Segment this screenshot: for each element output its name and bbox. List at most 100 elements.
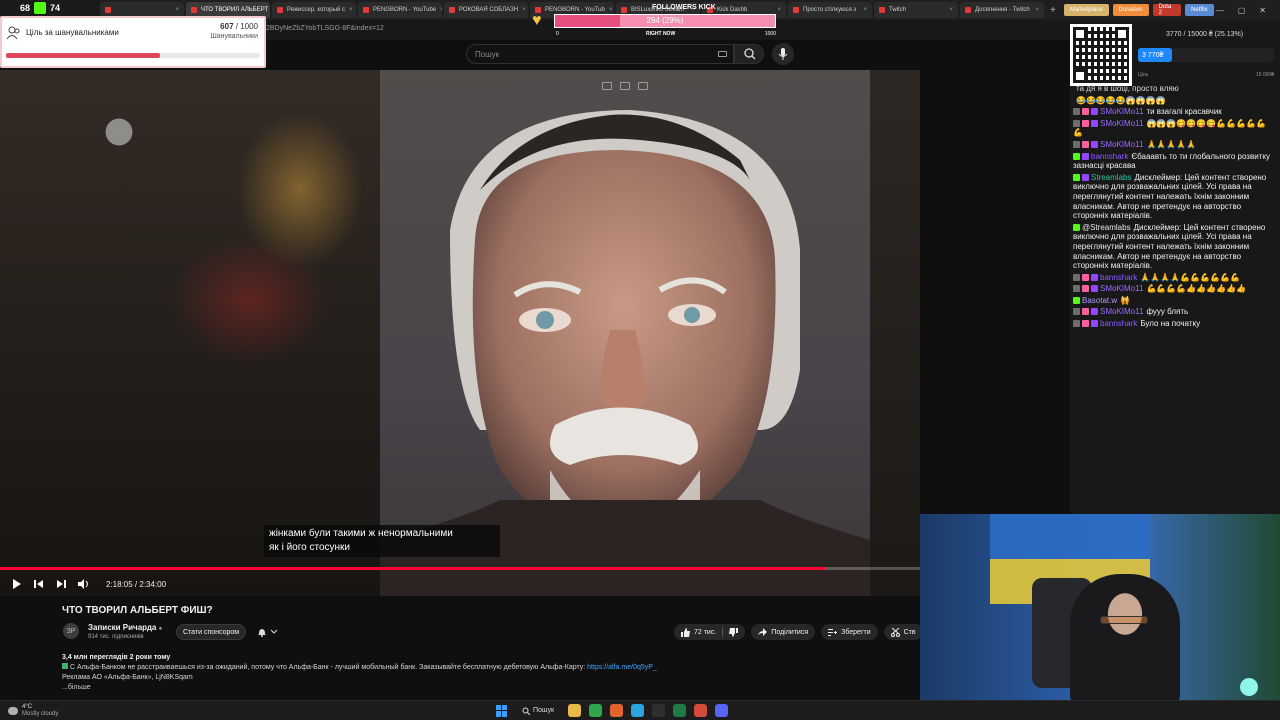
- thumbs-down-icon[interactable]: [729, 627, 739, 637]
- pink-badge-icon: [1082, 119, 1089, 127]
- weather-widget[interactable]: 4°C Mostly cloudy: [8, 704, 58, 718]
- telegram-icon[interactable]: [631, 704, 645, 717]
- close-window-button[interactable]: ✕: [1259, 6, 1266, 15]
- show-more-link[interactable]: ...більше: [62, 683, 912, 693]
- discord-icon[interactable]: [715, 704, 729, 717]
- clip-button[interactable]: Ств: [883, 624, 923, 640]
- like-button[interactable]: 72 тис.: [674, 624, 746, 640]
- close-tab-icon[interactable]: ×: [949, 7, 953, 13]
- channel-name[interactable]: Записки Ричарда ●: [88, 623, 162, 632]
- excel-icon[interactable]: [673, 704, 687, 717]
- chat-username[interactable]: SMoKIMo11: [1100, 307, 1143, 316]
- close-tab-icon[interactable]: ×: [777, 7, 781, 13]
- verified-icon: ●: [158, 626, 163, 632]
- like-count: 72 тис.: [694, 628, 717, 636]
- play-icon[interactable]: [12, 579, 22, 589]
- minimize-button[interactable]: —: [1216, 6, 1224, 15]
- taskbar-apps: Пошук: [496, 704, 729, 717]
- file-explorer-icon[interactable]: [568, 704, 582, 717]
- browser-tab[interactable]: PENGBORN - YouTube ×: [358, 2, 442, 18]
- edit-icon[interactable]: [638, 82, 648, 90]
- new-tab-button[interactable]: +: [1050, 5, 1056, 16]
- weather-temperature: 4°C: [22, 704, 33, 710]
- maximize-button[interactable]: ▢: [1238, 6, 1246, 15]
- chat-message: SMoKIMo11 🙏🙏🙏🙏🙏: [1073, 140, 1275, 150]
- chat-username[interactable]: bannshark: [1091, 152, 1128, 161]
- webcam-feed: [920, 514, 1280, 700]
- donation-goal-bar: 3 770₴: [1138, 48, 1274, 62]
- taskbar-search[interactable]: Пошук: [516, 707, 560, 715]
- keyboard-icon[interactable]: [718, 51, 727, 57]
- miniplayer-icon[interactable]: [602, 82, 612, 90]
- green-badge-icon: [1073, 173, 1080, 181]
- notifications-button[interactable]: [253, 624, 281, 640]
- search-button[interactable]: [734, 44, 764, 64]
- url-text: 2BDyNeZbZYobTLSGG-8F&index=12: [266, 25, 384, 32]
- chat-message: Streamlabs Дисклеймер: Цей контент створе…: [1073, 173, 1275, 221]
- close-tab-icon[interactable]: ×: [175, 7, 179, 13]
- search-input[interactable]: Пошук: [466, 44, 734, 64]
- chat-message: SMoKIMo11 фууу блять: [1073, 307, 1275, 317]
- tab-favicon-icon: [277, 7, 283, 13]
- bookmark-3[interactable]: Netflix: [1185, 4, 1214, 16]
- chat-username[interactable]: @Streamlabs: [1082, 223, 1131, 232]
- chat-username[interactable]: Basotat.w: [1082, 296, 1117, 305]
- chrome-icon[interactable]: [589, 704, 603, 717]
- channel-avatar[interactable]: ЗР: [63, 623, 79, 639]
- firefox-icon[interactable]: [610, 704, 624, 717]
- bookmark-2[interactable]: Dota 2: [1152, 4, 1182, 16]
- chrome-alt-icon[interactable]: [694, 704, 708, 717]
- chat-message: Basotat.w 🙀: [1073, 296, 1275, 306]
- green-badge-icon: [1073, 152, 1080, 160]
- video-progress-bar[interactable]: [0, 567, 920, 570]
- description-link[interactable]: https://alfa.me/0q5yP_: [587, 664, 657, 671]
- browser-tab[interactable]: Досягнення - Twitch ×: [960, 2, 1044, 18]
- windows-start-icon[interactable]: [496, 704, 508, 717]
- video-title: ЧТО ТВОРИЛ АЛЬБЕРТ ФИШ?: [62, 605, 213, 616]
- gray-badge-icon: [1073, 108, 1080, 116]
- previous-icon[interactable]: [34, 579, 44, 589]
- donation-goal-end: 15 000₴: [1255, 72, 1274, 78]
- video-description[interactable]: 3,4 млн переглядів 2 роки тому С Альфа-Б…: [62, 653, 912, 698]
- chat-username[interactable]: SMoKIMo11: [1100, 140, 1143, 149]
- streamer-image: [1070, 574, 1180, 700]
- next-icon[interactable]: [56, 579, 66, 589]
- search-placeholder: Пошук: [475, 49, 500, 59]
- browser-tab[interactable]: Twitch ×: [874, 2, 958, 18]
- chat-username[interactable]: SMoKIMo11: [1100, 107, 1143, 116]
- bookmark-0[interactable]: Marketplace: [1063, 4, 1109, 16]
- purple-badge-icon: [1091, 140, 1098, 148]
- chat-message: @Streamlabs Дисклеймер: Цей контент створ…: [1073, 223, 1275, 271]
- tab-label: Просто стілкуюся з: [803, 7, 857, 13]
- follower-goal-count: 607 / 1000: [220, 22, 258, 31]
- video-player[interactable]: жінками були такими ж ненормальними як і…: [0, 70, 920, 596]
- bookmark-1[interactable]: Donation: [1112, 4, 1149, 16]
- volume-icon[interactable]: [78, 579, 90, 589]
- browser-tab[interactable]: Просто стілкуюся з ×: [788, 2, 872, 18]
- chat-username[interactable]: Streamlabs: [1091, 173, 1131, 182]
- close-tab-icon[interactable]: ×: [1035, 7, 1039, 13]
- browser-tab[interactable]: Режиссер, который с ×: [272, 2, 356, 18]
- current-time: 2:18:05: [106, 579, 133, 589]
- close-tab-icon[interactable]: ×: [440, 7, 442, 13]
- chat-text: 😂😂😂😂😂😱😱😱😱: [1076, 95, 1166, 105]
- close-tab-icon[interactable]: ×: [349, 7, 353, 13]
- theater-icon[interactable]: [620, 82, 630, 90]
- follower-goal-bar: [6, 53, 260, 58]
- chat-username[interactable]: SMoKIMo11: [1100, 284, 1143, 293]
- chat-username[interactable]: bannshark: [1100, 319, 1137, 328]
- close-tab-icon[interactable]: ×: [863, 7, 867, 13]
- voice-search-button[interactable]: [772, 43, 794, 65]
- browser-tab[interactable]: РОКОВАЯ СОБЛАЗН ×: [444, 2, 528, 18]
- save-button[interactable]: Зберегти: [821, 624, 878, 640]
- join-button[interactable]: Стати спонсором: [176, 624, 247, 640]
- purple-badge-icon: [1082, 152, 1089, 160]
- close-tab-icon[interactable]: ×: [522, 7, 526, 13]
- share-button[interactable]: Поділитися: [751, 624, 816, 640]
- obs-icon[interactable]: [652, 704, 666, 717]
- chat-username[interactable]: SMoKIMo11: [1100, 119, 1143, 128]
- follower-goal-fill: [6, 53, 161, 58]
- tab-label: Режиссер, который с: [287, 7, 345, 13]
- window-controls: — ▢ ✕: [1216, 6, 1266, 15]
- chat-username[interactable]: bannshark: [1100, 273, 1137, 282]
